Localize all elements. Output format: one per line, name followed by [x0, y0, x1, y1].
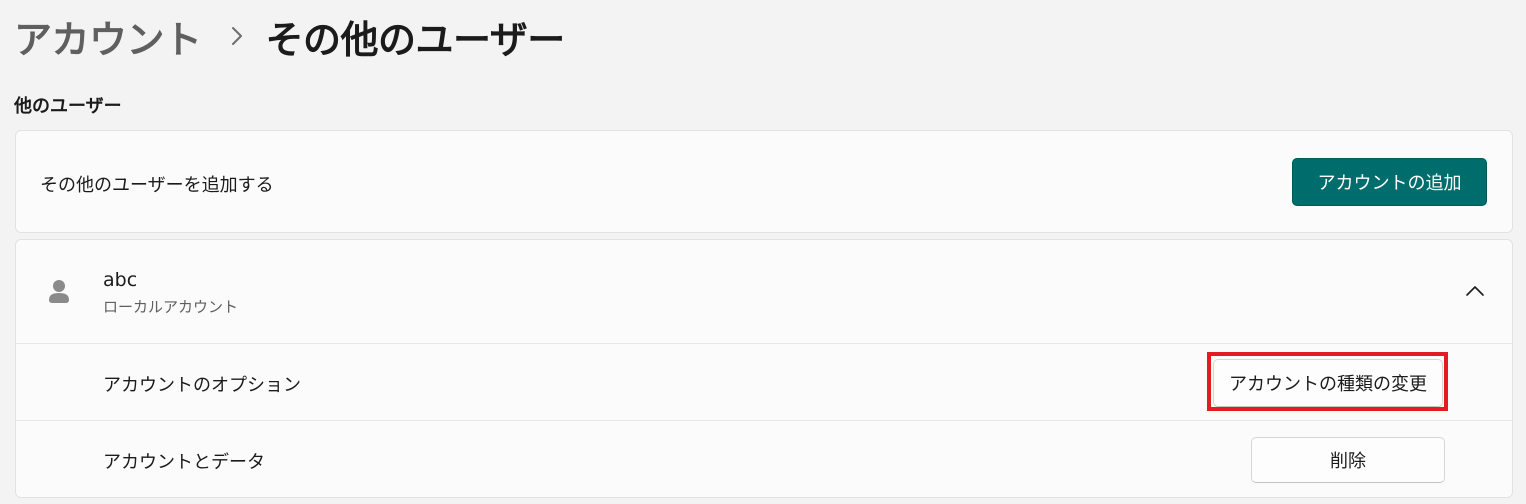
- breadcrumb-separator-icon: [230, 25, 244, 47]
- page-title: その他のユーザー: [265, 17, 566, 62]
- user-account-type: ローカルアカウント: [103, 298, 239, 316]
- remove-button[interactable]: 削除: [1251, 437, 1445, 483]
- section-title: 他のユーザー: [14, 96, 122, 117]
- breadcrumb: アカウント その他のユーザー: [14, 8, 565, 64]
- add-other-user-card: その他のユーザーを追加する アカウントの追加: [15, 130, 1513, 233]
- settings-page: アカウント その他のユーザー 他のユーザー その他のユーザーを追加する アカウン…: [0, 0, 1526, 504]
- change-account-type-button[interactable]: アカウントの種類の変更: [1213, 359, 1443, 407]
- user-card: abc ローカルアカウント アカウントのオプション アカウントの種類の変更 アカ…: [15, 239, 1513, 498]
- chevron-up-icon[interactable]: [1464, 280, 1486, 302]
- add-other-user-label: その他のユーザーを追加する: [40, 175, 274, 196]
- add-account-button[interactable]: アカウントの追加: [1292, 158, 1487, 206]
- account-and-data-label: アカウントとデータ: [103, 452, 265, 473]
- account-options-label: アカウントのオプション: [103, 375, 301, 396]
- breadcrumb-parent-accounts[interactable]: アカウント: [14, 9, 202, 64]
- account-options-row: アカウントのオプション アカウントの種類の変更: [16, 344, 1512, 421]
- user-name: abc: [103, 269, 138, 291]
- account-and-data-row: アカウントとデータ 削除: [16, 421, 1512, 498]
- user-header-row[interactable]: abc ローカルアカウント: [16, 240, 1512, 343]
- person-icon: [48, 278, 70, 304]
